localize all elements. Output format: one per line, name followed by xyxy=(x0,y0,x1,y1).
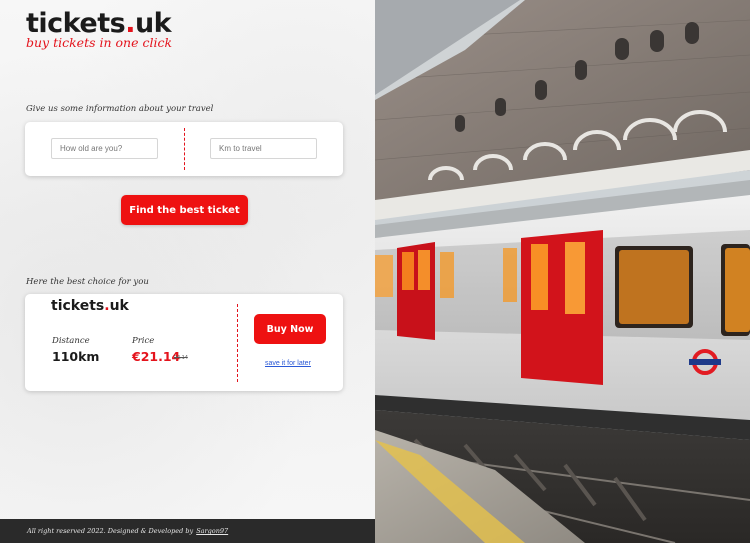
footer-author-link[interactable]: Sargon97 xyxy=(196,527,228,535)
train-photo-illustration xyxy=(375,0,750,543)
form-section-label: Give us some information about your trav… xyxy=(26,104,214,114)
result-logo-name: tickets xyxy=(51,298,105,314)
train-photo xyxy=(375,0,750,543)
tagline: buy tickets in one click xyxy=(26,35,173,50)
find-ticket-button[interactable]: Find the best ticket xyxy=(121,195,248,225)
km-input[interactable] xyxy=(210,138,317,159)
distance-value: 110km xyxy=(52,349,100,364)
old-price: 24.14 xyxy=(174,355,188,361)
distance-label: Distance xyxy=(52,336,90,346)
price-value: €21.14 xyxy=(132,349,181,364)
price-label: Price xyxy=(132,336,155,346)
form-divider xyxy=(184,128,185,170)
age-input[interactable] xyxy=(51,138,158,159)
left-panel: tickets.uk buy tickets in one click Give… xyxy=(0,0,375,543)
footer: All right reserved 2022. Designed & Deve… xyxy=(0,519,375,543)
buy-now-button[interactable]: Buy Now xyxy=(254,314,326,344)
result-logo: tickets.uk xyxy=(51,298,129,314)
travel-form-card xyxy=(25,122,343,176)
brand: tickets.uk buy tickets in one click xyxy=(26,8,172,50)
save-for-later-link[interactable]: save it for later xyxy=(265,360,311,367)
result-divider xyxy=(237,304,238,382)
result-logo-tld: uk xyxy=(109,298,129,314)
result-section-label: Here the best choice for you xyxy=(26,277,149,287)
ticket-result-card: tickets.uk Distance 110km Price €21.14 2… xyxy=(25,294,343,391)
footer-text: All right reserved 2022. Designed & Deve… xyxy=(27,527,194,535)
